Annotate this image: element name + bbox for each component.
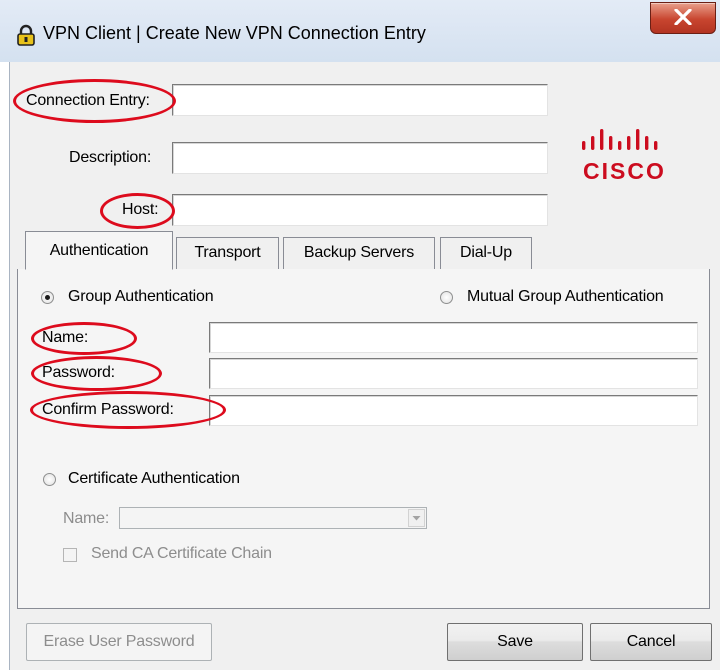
password-input[interactable] bbox=[209, 358, 698, 389]
group-name-label: Name: bbox=[42, 329, 89, 346]
certificate-auth-label: Certificate Authentication bbox=[68, 470, 240, 487]
close-button[interactable] bbox=[650, 2, 716, 34]
tab-dial-up[interactable]: Dial-Up bbox=[440, 237, 532, 269]
send-ca-chain-label: Send CA Certificate Chain bbox=[91, 545, 272, 562]
cisco-logo bbox=[582, 129, 658, 150]
mutual-group-auth-radio[interactable] bbox=[440, 291, 453, 304]
certificate-auth-radio[interactable] bbox=[43, 473, 56, 486]
window-title: VPN Client | Create New VPN Connection E… bbox=[43, 23, 426, 43]
erase-user-password-button[interactable]: Erase User Password bbox=[26, 623, 212, 661]
tab-backup-servers[interactable]: Backup Servers bbox=[283, 237, 435, 269]
send-ca-chain-checkbox[interactable] bbox=[63, 548, 77, 562]
host-label: Host: bbox=[122, 201, 159, 218]
host-input[interactable] bbox=[172, 194, 548, 226]
password-label: Password: bbox=[42, 364, 115, 381]
group-auth-label: Group Authentication bbox=[68, 288, 214, 305]
dropdown-arrow-icon[interactable] bbox=[408, 509, 425, 527]
description-label: Description: bbox=[69, 149, 152, 166]
certificate-name-dropdown[interactable] bbox=[119, 507, 427, 529]
certificate-name-label: Name: bbox=[63, 510, 110, 527]
tab-authentication[interactable]: Authentication bbox=[25, 231, 173, 270]
lock-icon bbox=[15, 24, 37, 46]
tab-transport[interactable]: Transport bbox=[176, 237, 279, 269]
description-input[interactable] bbox=[172, 142, 548, 174]
cisco-wordmark: CISCO bbox=[583, 158, 666, 184]
radio-selected-dot bbox=[45, 295, 50, 300]
connection-entry-label: Connection Entry: bbox=[26, 92, 150, 109]
title-bar: VPN Client | Create New VPN Connection E… bbox=[0, 0, 720, 62]
confirm-password-label: Confirm Password: bbox=[42, 401, 174, 418]
group-auth-radio[interactable] bbox=[41, 291, 54, 304]
confirm-password-input[interactable] bbox=[209, 395, 698, 426]
save-button[interactable]: Save bbox=[447, 623, 583, 661]
mutual-group-auth-label: Mutual Group Authentication bbox=[467, 288, 664, 305]
cancel-button[interactable]: Cancel bbox=[590, 623, 712, 661]
connection-entry-input[interactable] bbox=[172, 84, 548, 116]
group-name-input[interactable] bbox=[209, 322, 698, 353]
close-icon bbox=[674, 9, 692, 25]
